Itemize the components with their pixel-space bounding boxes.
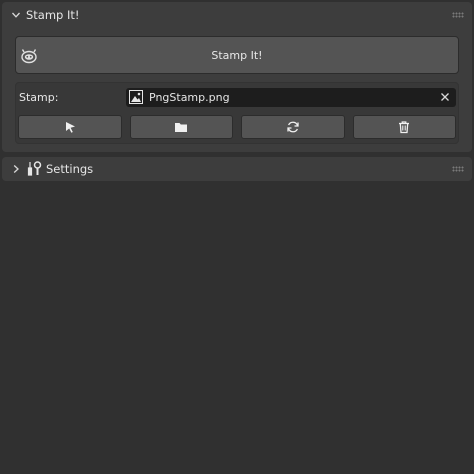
chevron-down-icon <box>10 9 22 21</box>
delete-button[interactable] <box>352 115 456 139</box>
close-icon[interactable] <box>440 92 450 102</box>
refresh-button[interactable] <box>241 115 345 139</box>
refresh-icon <box>287 121 299 133</box>
drag-grip-icon[interactable] <box>452 12 464 18</box>
settings-panel: Settings <box>2 157 472 181</box>
stamp-row: Stamp: PngStamp.png <box>18 87 456 107</box>
folder-icon <box>175 123 188 132</box>
stamp-file-field[interactable]: PngStamp.png <box>126 87 456 107</box>
stamp-it-button[interactable]: Stamp It! <box>15 36 459 74</box>
stamp-file-name: PngStamp.png <box>149 90 230 104</box>
stamp-it-panel-header[interactable]: Stamp It! <box>2 2 472 28</box>
stamp-tools-row <box>18 115 456 139</box>
select-icon <box>65 122 75 133</box>
trash-icon <box>399 121 410 134</box>
tools-icon <box>26 161 42 177</box>
stamp-it-panel-title: Stamp It! <box>26 8 80 22</box>
stamp-it-panel: Stamp It! Stamp It! Stamp: PngStamp.png <box>2 2 472 152</box>
drag-grip-icon[interactable] <box>452 166 464 172</box>
settings-panel-header[interactable]: Settings <box>2 157 472 181</box>
settings-panel-title: Settings <box>46 162 94 176</box>
stamp-it-button-label: Stamp It! <box>211 48 263 62</box>
image-icon <box>129 90 143 104</box>
stamp-robot-icon <box>20 47 38 65</box>
open-folder-button[interactable] <box>129 115 233 139</box>
stamp-label: Stamp: <box>19 90 59 104</box>
chevron-right-icon <box>10 163 22 175</box>
stamp-it-panel-body: Stamp It! Stamp: PngStamp.png <box>2 28 472 154</box>
stamp-settings-box: Stamp: PngStamp.png <box>15 82 459 144</box>
select-button[interactable] <box>18 115 122 139</box>
